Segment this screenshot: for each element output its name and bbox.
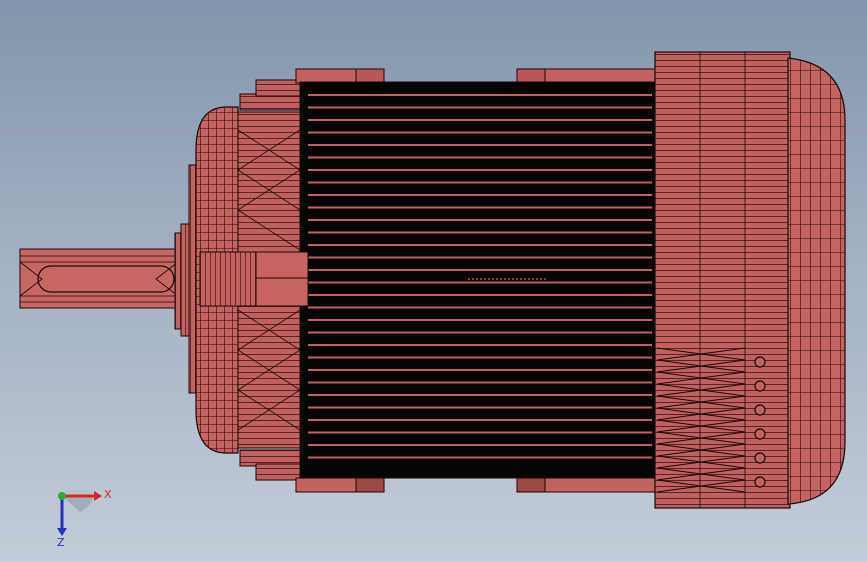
stator-fins[interactable] (299, 81, 658, 479)
motor-model[interactable] (0, 0, 867, 562)
shaft[interactable] (19, 248, 181, 309)
x-axis-label: X (104, 488, 112, 501)
shaft-keyway (37, 265, 175, 293)
rear-cap[interactable] (787, 57, 846, 505)
z-axis-label: Z (57, 536, 65, 548)
shaft-hub[interactable] (199, 251, 309, 307)
graphics-viewport[interactable]: X Z (0, 0, 867, 562)
fan-cover[interactable] (654, 51, 791, 509)
coordinate-triad: X Z (57, 486, 112, 548)
